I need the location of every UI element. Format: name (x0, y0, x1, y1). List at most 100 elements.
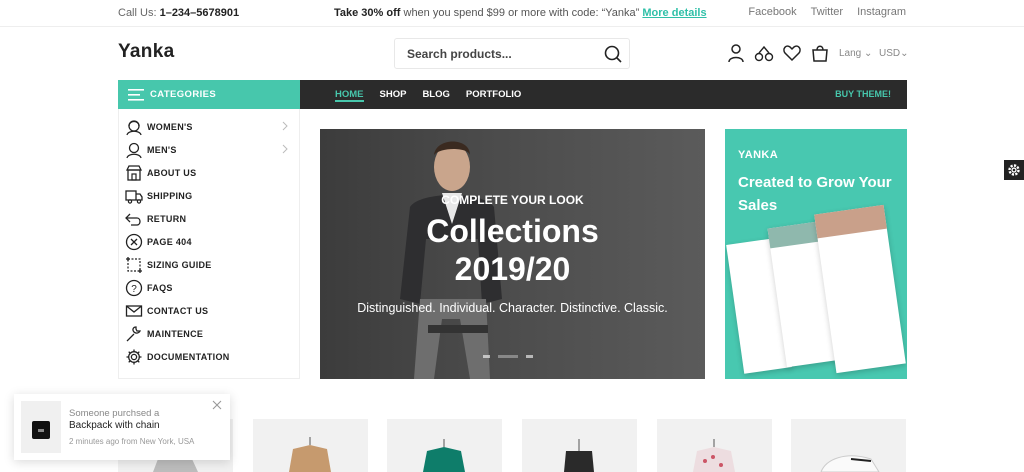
sidebar-item-label: RETURN (147, 213, 187, 224)
sidebar-item-label: WOMEN'S (147, 121, 193, 132)
slider-dots (483, 355, 533, 358)
promo-bold: Take 30% off (334, 7, 401, 19)
compare-icon[interactable] (754, 43, 774, 63)
sidebar-item-label: PAGE 404 (147, 236, 192, 247)
categories-toggle[interactable]: CATEGORIES (118, 80, 300, 109)
search-input[interactable]: Search products... (407, 47, 512, 61)
product-card[interactable] (522, 419, 637, 472)
sidebar-item-contact-us[interactable]: CONTACT US (125, 299, 297, 322)
store-icon (125, 164, 143, 181)
hero-title: Collections (426, 213, 599, 249)
search-icon[interactable] (603, 44, 623, 64)
call-us: Call Us: 1–234–5678901 (118, 7, 239, 19)
logo[interactable]: Yanka (118, 41, 174, 63)
man-icon (126, 142, 142, 158)
top-bar: Call Us: 1–234–5678901 Take 30% off when… (0, 0, 1024, 26)
sidebar-item-page-404[interactable]: PAGE 404 (125, 230, 297, 253)
close-circle-icon (125, 233, 143, 250)
buy-theme-link[interactable]: BUY THEME! (835, 89, 891, 99)
sidebar-item-sizing-guide[interactable]: SIZING GUIDE (125, 253, 297, 276)
mail-icon (125, 304, 143, 317)
slider-dot[interactable] (483, 355, 490, 358)
backpack-image (32, 421, 50, 439)
phone-number[interactable]: 1–234–5678901 (160, 7, 240, 19)
promo-card[interactable]: YANKA Created to Grow Your Sales (725, 129, 907, 379)
product-card[interactable] (657, 419, 772, 472)
product-card[interactable] (791, 419, 906, 472)
notification-product[interactable]: Backpack with chain (69, 420, 160, 431)
notification-text: Someone purchsed a (69, 408, 160, 419)
promo-text: when you spend $99 or more with code: “Y… (403, 7, 640, 19)
close-icon[interactable] (212, 400, 222, 410)
header-icons (726, 43, 830, 63)
main-nav: CATEGORIES HOME SHOP BLOG PORTFOLIO BUY … (118, 80, 907, 109)
sidebar-item-maintence[interactable]: MAINTENCE (125, 322, 297, 345)
category-sidebar: WOMEN'S MEN'S ABOUT US SHIPPING RETURN P… (118, 109, 300, 379)
heart-icon[interactable] (782, 43, 802, 63)
chevron-right-icon (282, 121, 288, 131)
menu-links: HOME SHOP BLOG PORTFOLIO (335, 80, 521, 109)
language-label: Lang (839, 48, 862, 59)
question-icon: ? (125, 279, 143, 296)
menu-icon (128, 89, 144, 101)
nav-blog[interactable]: BLOG (422, 80, 449, 109)
product-image (820, 455, 880, 472)
sidebar-item-label: ABOUT US (147, 167, 197, 178)
call-label: Call Us: (118, 7, 157, 19)
nav-shop[interactable]: SHOP (380, 80, 407, 109)
woman-icon (126, 119, 142, 135)
hero-title-year: 2019/20 (454, 251, 571, 287)
search-box[interactable]: Search products... (394, 38, 630, 69)
cart-icon[interactable] (810, 43, 830, 63)
sidebar-item-mens[interactable]: MEN'S (125, 138, 297, 161)
slider-dot-active[interactable] (498, 355, 518, 358)
more-details-link[interactable]: More details (642, 7, 706, 19)
sidebar-item-label: SHIPPING (147, 190, 193, 201)
purchase-notification[interactable]: Someone purchsed a Backpack with chain 2… (14, 394, 230, 460)
chevron-right-icon (282, 144, 288, 154)
svg-text:?: ? (131, 284, 137, 295)
hero-kicker: COMPLETE YOUR LOOK (441, 193, 584, 207)
sidebar-item-return[interactable]: RETURN (125, 207, 297, 230)
sidebar-item-about-us[interactable]: ABOUT US (125, 161, 297, 184)
twitter-link[interactable]: Twitter (811, 6, 843, 18)
promo-banner: Take 30% off when you spend $99 or more … (334, 7, 707, 19)
product-card[interactable] (387, 419, 502, 472)
social-links: Facebook Twitter Instagram (748, 6, 906, 18)
sidebar-item-label: SIZING GUIDE (147, 259, 212, 270)
facebook-link[interactable]: Facebook (748, 6, 796, 18)
site-header: Yanka Search products... Lang ⌄ USD⌄ (0, 26, 1024, 80)
language-select[interactable]: Lang ⌄ (839, 48, 872, 59)
notification-meta: 2 minutes ago from New York, USA (69, 437, 195, 446)
gear-icon (1008, 164, 1020, 176)
chevron-down-icon: ⌄ (900, 48, 909, 59)
promo-brand: YANKA (738, 149, 779, 161)
crop-icon (126, 256, 142, 273)
currency-label: USD (879, 48, 901, 59)
settings-panel-toggle[interactable] (1004, 160, 1024, 180)
chevron-down-icon: ⌄ (864, 48, 873, 59)
sidebar-item-label: CONTACT US (147, 305, 209, 316)
hero-slider[interactable]: COMPLETE YOUR LOOK Collections 2019/20 D… (320, 129, 705, 379)
nav-home[interactable]: HOME (335, 80, 364, 109)
sidebar-item-womens[interactable]: WOMEN'S (125, 115, 297, 138)
nav-portfolio[interactable]: PORTFOLIO (466, 80, 521, 109)
product-card[interactable] (253, 419, 368, 472)
hero-subtitle: Distinguished. Individual. Character. Di… (357, 301, 668, 315)
sidebar-item-faqs[interactable]: ? FAQS (125, 276, 297, 299)
sidebar-item-label: DOCUMENTATION (147, 351, 230, 362)
user-icon[interactable] (726, 43, 746, 63)
slider-dot[interactable] (526, 355, 533, 358)
categories-label: CATEGORIES (150, 89, 217, 100)
sidebar-item-label: MAINTENCE (147, 328, 204, 339)
return-icon (125, 213, 141, 226)
currency-select[interactable]: USD⌄ (879, 48, 909, 59)
gear-icon (126, 349, 142, 364)
sidebar-item-label: FAQS (147, 282, 173, 293)
truck-icon (125, 189, 143, 204)
sidebar-item-shipping[interactable]: SHIPPING (125, 184, 297, 207)
instagram-link[interactable]: Instagram (857, 6, 906, 18)
sidebar-item-documentation[interactable]: DOCUMENTATION (125, 345, 297, 368)
product-image (693, 439, 735, 472)
sidebar-item-label: MEN'S (147, 144, 177, 155)
